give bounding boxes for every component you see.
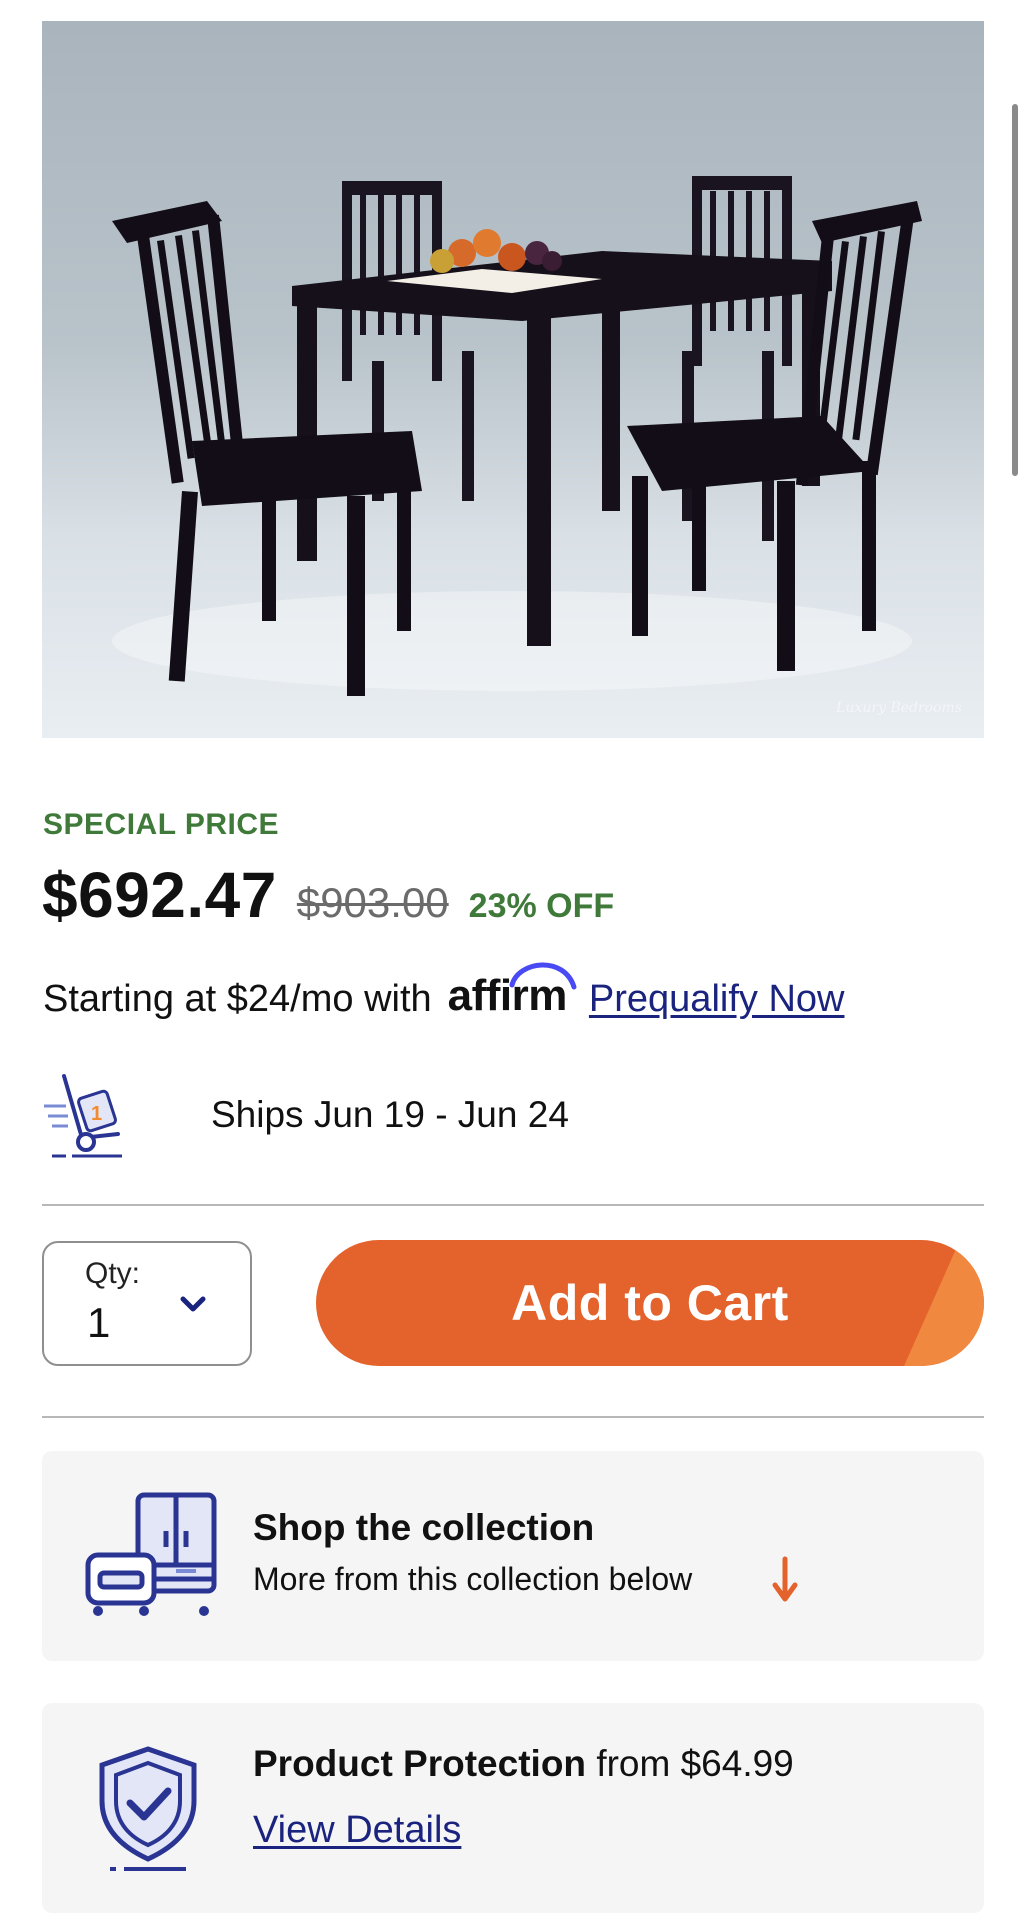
special-price-label: SPECIAL PRICE	[43, 808, 279, 841]
add-to-cart-button[interactable]: Add to Cart	[316, 1240, 984, 1366]
product-image[interactable]: Luxury Bedrooms	[42, 21, 984, 738]
svg-text:1: 1	[91, 1103, 102, 1125]
shipping-row: 1 Ships Jun 19 - Jun 24	[42, 1072, 569, 1158]
discount-badge: 23% OFF	[468, 887, 615, 925]
arrow-down-icon	[772, 1556, 798, 1602]
protection-text: Product Protection from $64.99	[253, 1743, 794, 1785]
ship-date-text: Ships Jun 19 - Jun 24	[211, 1094, 569, 1135]
current-price: $692.47	[42, 859, 277, 931]
collection-title: Shop the collection	[253, 1507, 595, 1548]
protection-title: Product Protection	[253, 1743, 587, 1784]
product-protection-card: Product Protection from $64.99 View Deta…	[42, 1703, 984, 1913]
page-scrollbar[interactable]	[1012, 104, 1018, 476]
price-row: $692.47 $903.00 23% OFF	[42, 858, 614, 932]
shield-check-icon	[99, 1746, 197, 1871]
collection-subtitle: More from this collection below	[253, 1561, 693, 1597]
original-price: $903.00	[296, 879, 449, 926]
hand-truck-icon: 1	[44, 1074, 122, 1158]
divider-bottom	[42, 1416, 984, 1418]
add-to-cart-label: Add to Cart	[511, 1275, 789, 1331]
affirm-arc-icon	[509, 962, 577, 990]
protection-price: from $64.99	[596, 1743, 794, 1784]
prequalify-link[interactable]: Prequalify Now	[589, 978, 845, 1021]
financing-row: Starting at $24/mo with affirm Prequalif…	[43, 962, 845, 1021]
view-details-link[interactable]: View Details	[253, 1809, 461, 1852]
affirm-logo: affirm	[448, 962, 577, 1021]
quantity-select[interactable]: Qty: 1	[42, 1241, 252, 1366]
divider-top	[42, 1204, 984, 1206]
qty-value: 1	[87, 1299, 111, 1346]
shop-collection-card[interactable]: Shop the collection More from this colle…	[42, 1451, 984, 1661]
chevron-down-icon	[180, 1296, 206, 1312]
furniture-icon	[85, 1492, 217, 1616]
qty-label: Qty:	[85, 1257, 141, 1290]
financing-text: Starting at $24/mo with	[43, 978, 432, 1020]
image-watermark: Luxury Bedrooms	[836, 700, 962, 716]
dining-set-illustration	[112, 176, 922, 696]
